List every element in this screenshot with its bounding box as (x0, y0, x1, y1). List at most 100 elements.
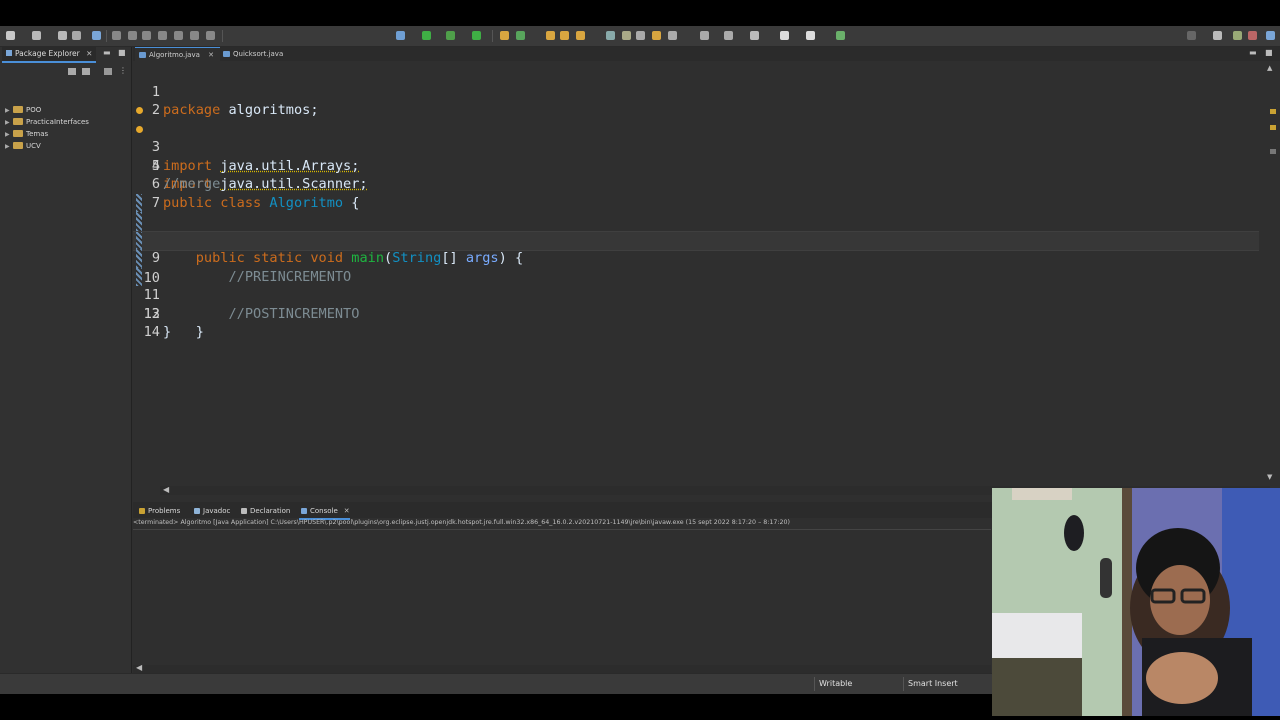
fold-marker (136, 267, 142, 286)
console-output[interactable] (133, 529, 991, 666)
scroll-left-icon[interactable]: ◀ (163, 485, 169, 494)
line-number: 14 (143, 324, 160, 340)
quick-access-search-icon[interactable] (1187, 31, 1196, 40)
tab-quicksort-java[interactable]: Quicksort.java (219, 47, 289, 61)
debug-step-icon[interactable] (128, 31, 137, 40)
minimize-icon[interactable]: ▬ (103, 48, 111, 57)
close-icon[interactable]: ✕ (344, 507, 350, 515)
debug-step-return-icon[interactable] (174, 31, 183, 40)
view-menu-icon[interactable]: ⋮ (119, 66, 127, 75)
warning-icon[interactable] (136, 125, 143, 133)
warning-marker[interactable] (1270, 125, 1276, 130)
toggle-breadcrumb-icon[interactable] (622, 31, 631, 40)
use-step-filters-icon[interactable] (206, 31, 215, 40)
package-explorer-view: Package Explorer ✕ ▬ ■ ⋮ ▶ POO ▶ PracticaI… (0, 47, 132, 694)
scroll-up-icon[interactable]: ▲ (1267, 64, 1272, 72)
main-toolbar (0, 26, 1280, 47)
java-ee-perspective-icon[interactable] (1233, 31, 1242, 40)
close-icon[interactable]: ✕ (86, 49, 92, 58)
word-wrap-icon[interactable] (636, 31, 645, 40)
tab-algoritmo-java[interactable]: Algoritmo.java ✕ (135, 47, 221, 62)
toolbar-separator (492, 30, 493, 42)
minimize-icon[interactable]: ▬ (1249, 48, 1257, 57)
fold-marker (136, 249, 142, 268)
console-horizontal-scrollbar[interactable]: ◀ (133, 663, 991, 673)
save-all-icon[interactable] (58, 31, 67, 40)
tab-javadoc[interactable]: Javadoc (192, 504, 230, 518)
brace: } (195, 324, 204, 340)
search-icon[interactable] (576, 31, 585, 40)
console-process-label: <terminated> Algoritmo [Java Application… (133, 519, 790, 526)
debug-step-over-icon[interactable] (158, 31, 167, 40)
terminal-icon[interactable] (92, 31, 101, 40)
tree-item-project[interactable]: ▶ UCV (5, 140, 41, 152)
close-icon[interactable]: ✕ (208, 51, 214, 59)
maximize-icon[interactable]: ■ (118, 48, 126, 57)
scroll-left-icon[interactable]: ◀ (136, 663, 142, 672)
code-editor[interactable]: 1 package algoritmos; 2 3 import java.ut… (133, 61, 1263, 484)
tab-declaration[interactable]: Declaration (239, 504, 290, 518)
run-icon[interactable] (422, 31, 431, 40)
drop-frame-icon[interactable] (190, 31, 199, 40)
overview-ruler[interactable]: ▲ ▼ (1263, 61, 1280, 484)
scroll-down-icon[interactable]: ▼ (1267, 473, 1272, 481)
link-with-editor-icon[interactable] (82, 68, 90, 75)
console-icon (301, 508, 307, 514)
declaration-icon (241, 508, 247, 514)
new-class-icon[interactable] (546, 31, 555, 40)
new-package-icon[interactable] (516, 31, 525, 40)
code-line[interactable]: 14 (133, 305, 1259, 340)
warning-marker[interactable] (1270, 149, 1276, 154)
chevron-right-icon[interactable]: ▶ (5, 141, 11, 153)
coverage-icon[interactable] (446, 31, 455, 40)
java-perspective-icon[interactable] (1266, 31, 1275, 40)
warning-marker[interactable] (1270, 109, 1276, 114)
code-line[interactable]: 8 public static void main(String[] args)… (133, 193, 1259, 266)
print-icon[interactable] (72, 31, 81, 40)
code-line[interactable]: 6 public class Algoritmo { (133, 157, 1259, 211)
forward-icon[interactable] (806, 31, 815, 40)
tree-item-project[interactable]: ▶ PracticaInterfaces (5, 116, 89, 128)
filter-icon[interactable] (104, 68, 112, 75)
new-icon[interactable] (6, 31, 15, 40)
external-tools-icon[interactable] (472, 31, 481, 40)
code-line[interactable]: 2 (133, 83, 1259, 118)
skip-breakpoints-icon[interactable] (112, 31, 121, 40)
tree-item-project[interactable]: ▶ POO (5, 104, 41, 116)
git-perspective-icon[interactable] (1248, 31, 1257, 40)
open-perspective-icon[interactable] (1213, 31, 1222, 40)
collapse-all-icon[interactable] (68, 68, 76, 75)
previous-annotation-icon[interactable] (724, 31, 733, 40)
code-line[interactable]: 7 (133, 175, 1259, 211)
debug-step-into-icon[interactable] (142, 31, 151, 40)
java-file-icon (223, 51, 230, 57)
tree-item-project[interactable]: ▶ Temas (5, 128, 48, 140)
tab-package-explorer[interactable]: Package Explorer ✕ (2, 47, 97, 63)
editor-tab-bar: Algoritmo.java ✕ Quicksort.java ▬ ■ (133, 47, 1280, 62)
code-line[interactable]: 11 //POSTINCREMENTO (133, 249, 1259, 322)
warning-icon[interactable] (136, 107, 143, 114)
code-line[interactable]: 5 //merge (133, 138, 1259, 193)
fold-marker[interactable] (136, 193, 142, 212)
block-selection-icon[interactable] (652, 31, 661, 40)
back-icon[interactable] (780, 31, 789, 40)
pin-editor-icon[interactable] (836, 31, 845, 40)
tab-problems[interactable]: Problems (137, 504, 180, 518)
toggle-mark-occurrences-icon[interactable] (606, 31, 615, 40)
save-icon[interactable] (32, 31, 41, 40)
insert-mode-status: Smart Insert (903, 677, 988, 691)
code-line[interactable]: 12 } (133, 267, 1259, 340)
new-java-project-icon[interactable] (500, 31, 509, 40)
code-line[interactable]: 3 import java.util.Arrays; (133, 101, 1259, 174)
code-line[interactable]: 1 package algoritmos; (133, 64, 1259, 119)
debug-icon[interactable] (396, 31, 405, 40)
next-annotation-icon[interactable] (700, 31, 709, 40)
current-code-line[interactable]: 10 (133, 230, 1259, 286)
code-line[interactable]: 9 //PREINCREMENTO (133, 212, 1259, 285)
show-whitespace-icon[interactable] (668, 31, 677, 40)
last-edit-location-icon[interactable] (750, 31, 759, 40)
maximize-icon[interactable]: ■ (1265, 48, 1273, 57)
code-line[interactable]: 13 } (133, 286, 1259, 341)
code-line[interactable]: 4 import java.util.Scanner; (133, 120, 1259, 192)
open-type-icon[interactable] (560, 31, 569, 40)
